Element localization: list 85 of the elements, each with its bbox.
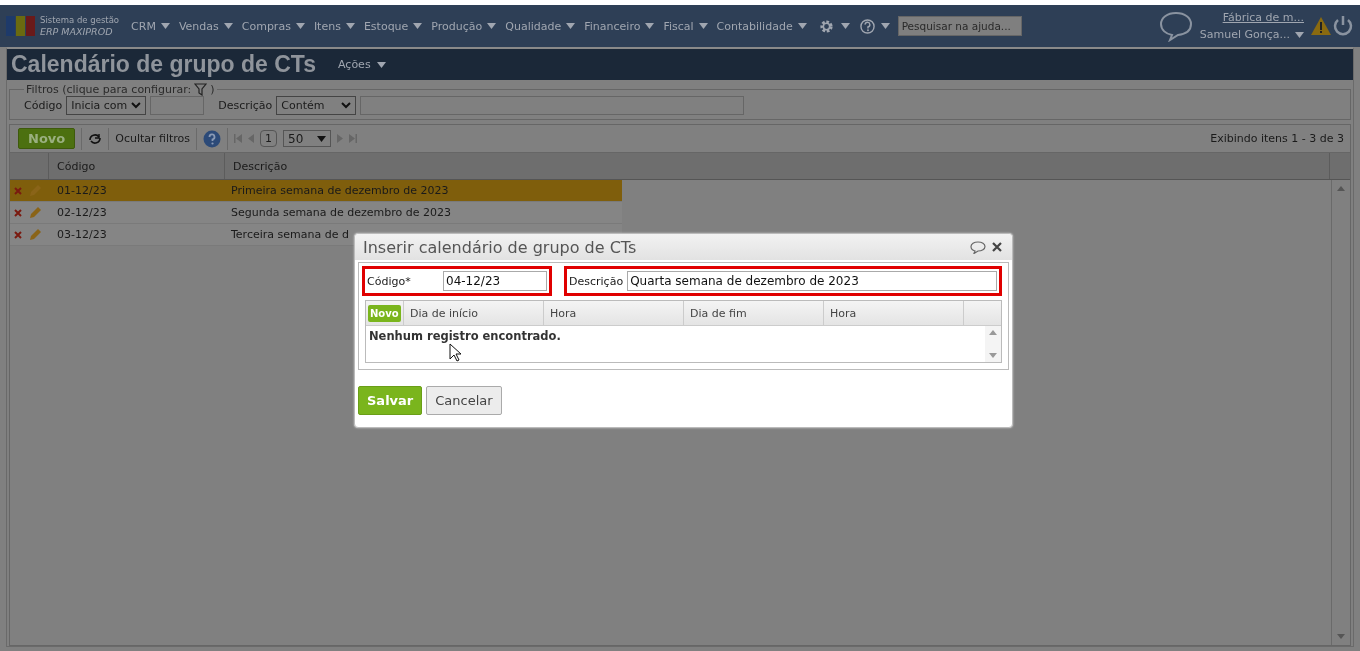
- items-summary: Exibindo itens 1 - 3 de 3: [1210, 132, 1344, 145]
- column-header[interactable]: Código: [49, 153, 225, 179]
- operator-select[interactable]: Inicia com: [66, 96, 147, 115]
- caret-icon[interactable]: [698, 23, 708, 29]
- help-icon[interactable]: [203, 129, 222, 148]
- logo-subtitle: Sistema de gestão: [40, 15, 120, 26]
- funnel-icon[interactable]: [194, 83, 208, 96]
- column-header[interactable]: Hora: [544, 301, 684, 325]
- power-icon[interactable]: [1332, 15, 1354, 37]
- filters-legend[interactable]: Filtros (clique para configurar:: [26, 83, 192, 96]
- logo-icon: [6, 14, 36, 38]
- menu-item[interactable]: Qualidade: [505, 19, 562, 33]
- menu-item[interactable]: Estoque: [363, 19, 409, 33]
- refresh-icon[interactable]: [88, 132, 103, 145]
- help-icon[interactable]: [859, 18, 875, 34]
- menu-item[interactable]: Produção: [431, 19, 483, 33]
- table-cell-text: Primeira semana de dezembro de 2023: [230, 184, 450, 197]
- caret-icon[interactable]: [840, 23, 850, 29]
- caret-icon[interactable]: [345, 23, 355, 29]
- scroll-down-icon[interactable]: [989, 353, 997, 358]
- caret-icon[interactable]: [1295, 31, 1304, 38]
- close-icon[interactable]: [992, 242, 1002, 252]
- filter-input[interactable]: [150, 96, 205, 115]
- caret-icon[interactable]: [376, 61, 386, 68]
- caret-icon[interactable]: [413, 23, 423, 29]
- new-button[interactable]: Novo: [18, 128, 76, 149]
- actions-menu[interactable]: Ações: [338, 58, 371, 71]
- scrollbar[interactable]: [985, 326, 1001, 362]
- table-cell-text: 01-12/23: [56, 184, 108, 197]
- table-cell-text: Segunda semana de dezembro de 2023: [230, 206, 453, 219]
- delete-icon[interactable]: [14, 230, 22, 239]
- field-label: Código*: [367, 274, 412, 288]
- field-label: Descrição: [569, 274, 624, 288]
- menu-item[interactable]: Vendas: [178, 19, 219, 33]
- user-menu[interactable]: Samuel Gonça...: [1199, 26, 1290, 43]
- menu-item[interactable]: Contabilidade: [716, 19, 793, 33]
- chat-icon[interactable]: [1157, 10, 1194, 42]
- save-button[interactable]: Salvar: [358, 386, 423, 415]
- filter-label: Código: [24, 99, 63, 112]
- table-cell-text: 03-12/23: [56, 228, 108, 241]
- caret-icon[interactable]: [160, 23, 170, 29]
- company-link[interactable]: Fábrica de m...: [1222, 9, 1304, 26]
- page-size-select[interactable]: 50: [283, 130, 332, 147]
- column-header[interactable]: Dia de início: [404, 301, 544, 325]
- operator-select[interactable]: Contém: [276, 96, 357, 115]
- warning-icon[interactable]: [1310, 16, 1332, 36]
- help-search-field[interactable]: Pesquisar na ajuda...: [897, 16, 1022, 36]
- menu-item[interactable]: Fiscal: [663, 19, 694, 33]
- table-cell-text: 02-12/23: [56, 206, 108, 219]
- table-cell-text: Terceira semana de d: [230, 228, 350, 241]
- hide-filters-button[interactable]: Ocultar filtros: [115, 132, 191, 145]
- menu-item[interactable]: CRM: [131, 19, 156, 33]
- new-button[interactable]: Novo: [368, 304, 401, 322]
- cancel-button[interactable]: Cancelar: [426, 386, 502, 415]
- input-field[interactable]: 04-12/23: [443, 271, 547, 291]
- caret-icon[interactable]: [295, 23, 305, 29]
- cursor-icon: [449, 343, 462, 362]
- table-row[interactable]: 02-12/23 Segunda semana de dezembro de 2023: [10, 202, 622, 224]
- filters-legend-end: ): [210, 83, 215, 96]
- menu-item[interactable]: Itens: [313, 19, 341, 33]
- chat-icon[interactable]: [970, 240, 986, 254]
- menu-item[interactable]: Compras: [241, 19, 291, 33]
- caret-icon[interactable]: [487, 23, 497, 29]
- caret-icon[interactable]: [223, 23, 233, 29]
- caret-icon[interactable]: [880, 23, 890, 29]
- column-header[interactable]: Descrição: [225, 153, 1330, 179]
- empty-message: Nenhum registro encontrado.: [369, 329, 561, 343]
- page-number-field[interactable]: 1: [260, 130, 278, 147]
- caret-icon[interactable]: [797, 23, 807, 29]
- column-header[interactable]: Dia de fim: [684, 301, 824, 325]
- column-header[interactable]: Hora: [824, 301, 964, 325]
- chevron-icon[interactable]: [131, 102, 142, 109]
- page-title: Calendário de grupo de CTs: [11, 51, 316, 78]
- menu-item[interactable]: Financeiro: [584, 19, 641, 33]
- scroll-up-icon[interactable]: [989, 330, 997, 335]
- chevron-icon[interactable]: [341, 102, 352, 109]
- logo-title: ERP MAXIPROD: [40, 26, 114, 37]
- caret-icon[interactable]: [645, 23, 655, 29]
- delete-icon[interactable]: [14, 208, 22, 217]
- caret-icon[interactable]: [317, 135, 327, 142]
- input-field[interactable]: Quarta semana de dezembro de 2023: [627, 271, 997, 291]
- filter-input[interactable]: [360, 96, 745, 115]
- caret-icon[interactable]: [566, 23, 576, 29]
- filter-label: Descrição: [218, 99, 273, 112]
- settings-icon[interactable]: [817, 17, 835, 35]
